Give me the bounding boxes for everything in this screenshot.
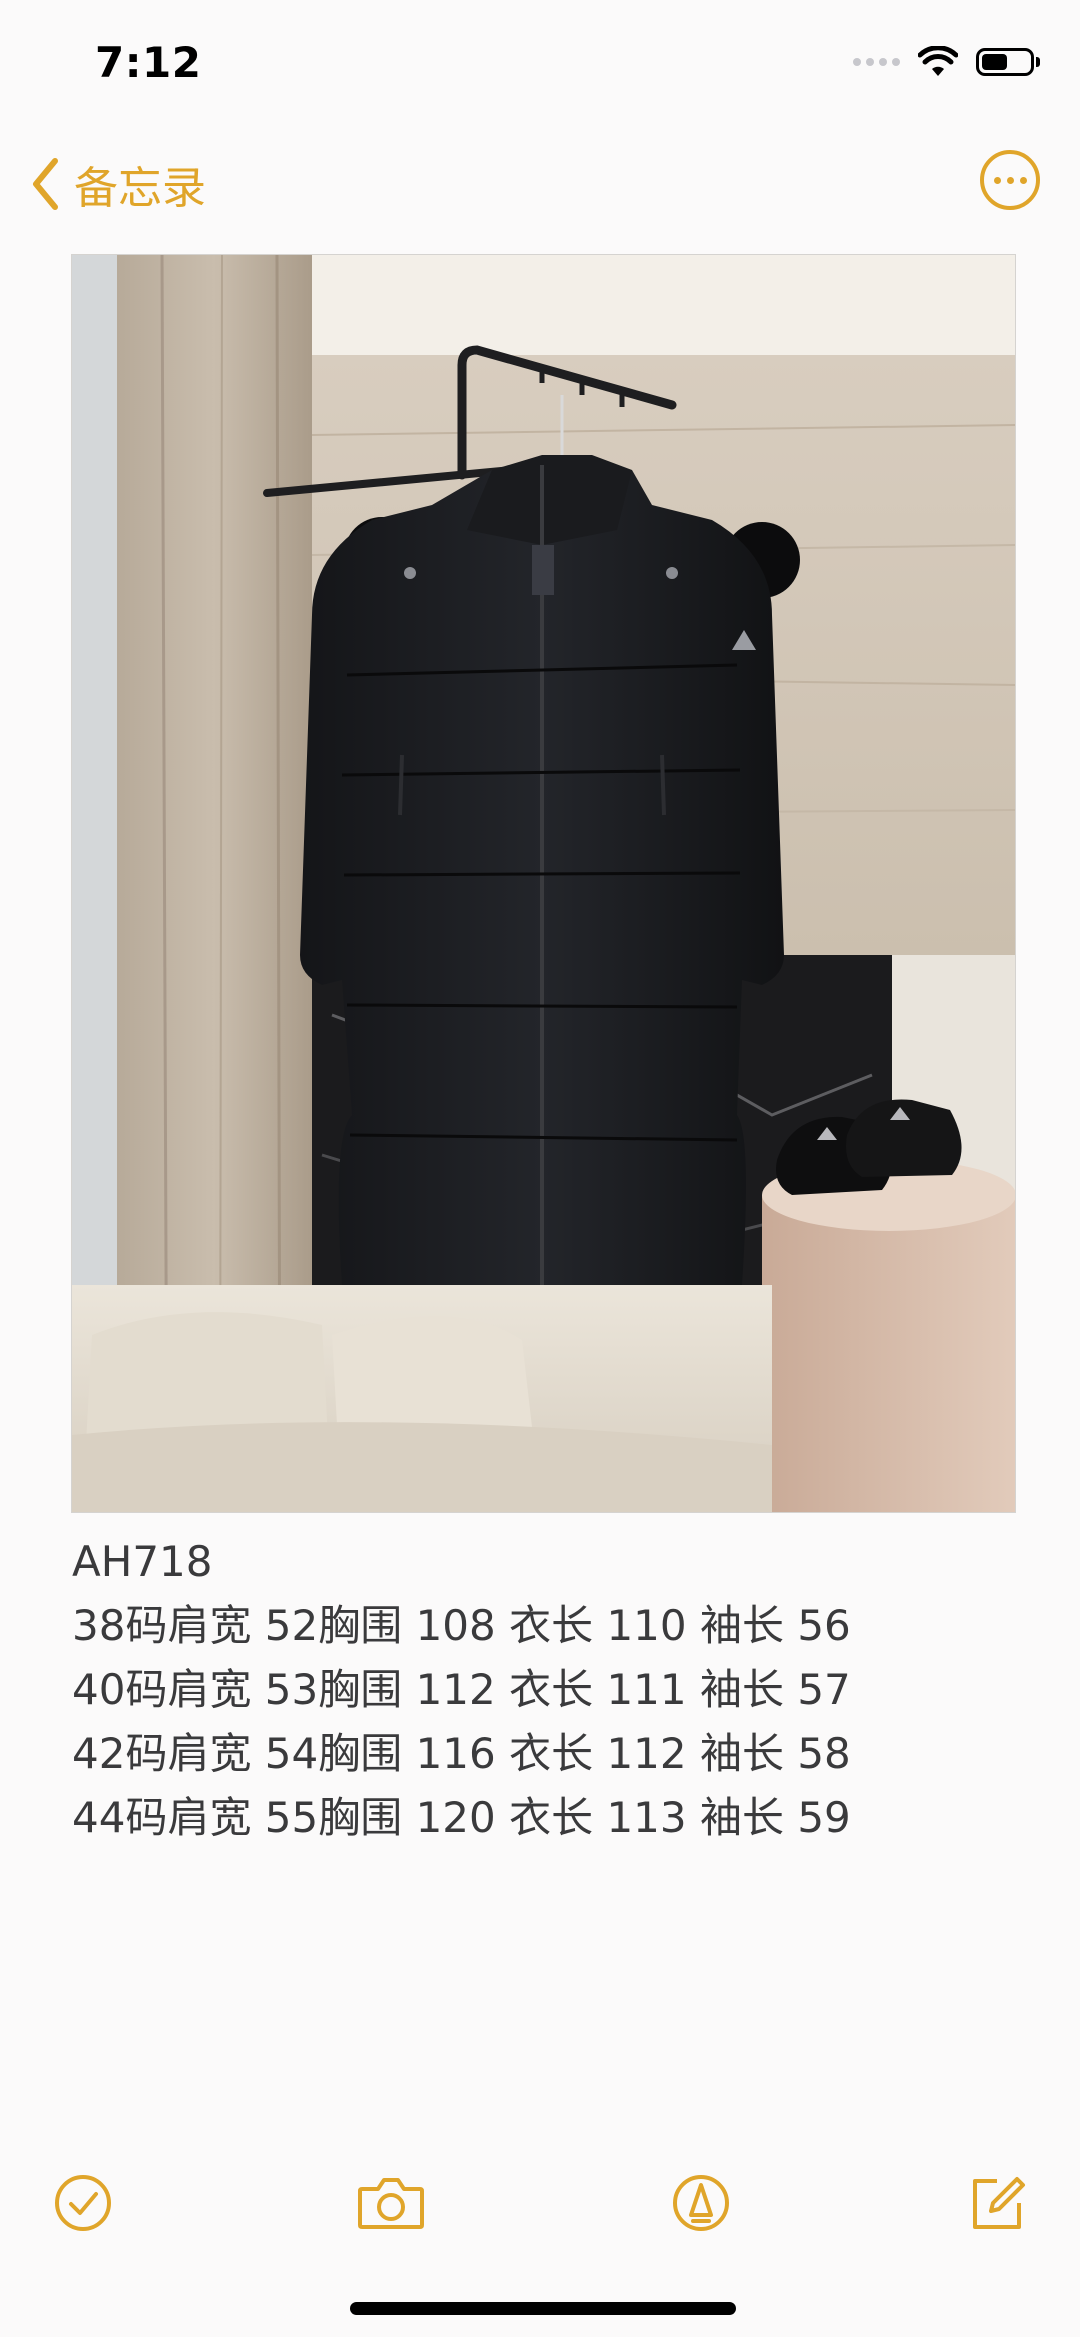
note-photo-attachment[interactable] (71, 254, 1016, 1513)
ellipsis-dot (1006, 176, 1014, 184)
status-time: 7:12 (95, 38, 202, 87)
more-options-button[interactable] (980, 150, 1040, 210)
back-button[interactable]: 备忘录 (30, 152, 206, 216)
wifi-icon (918, 46, 958, 78)
bottom-toolbar (0, 2160, 1080, 2250)
ellipsis-dot (993, 176, 1001, 184)
ellipsis-dot (1019, 176, 1027, 184)
chevron-left-icon (30, 157, 60, 211)
checklist-button[interactable] (48, 2168, 118, 2238)
black-long-down-jacket-photo (72, 255, 1015, 1512)
compose-button[interactable] (962, 2168, 1032, 2238)
checklist-icon (53, 2173, 113, 2233)
status-icons (853, 46, 1040, 78)
status-bar: 7:12 (0, 0, 1080, 130)
camera-icon (356, 2175, 426, 2231)
cellular-signal-icon (853, 58, 900, 66)
back-label: 备忘录 (74, 163, 206, 214)
note-title-line: AH718 (72, 1537, 213, 1586)
markup-pen-icon (671, 2173, 731, 2233)
nav-bar: 备忘录 (0, 140, 1080, 230)
markup-button[interactable] (666, 2168, 736, 2238)
camera-button[interactable] (356, 2168, 426, 2238)
note-body[interactable]: AH718 38码肩宽 52胸围 108 衣长 110 袖长 56 40码肩宽 … (72, 1530, 1012, 1850)
note-size-line: 40码肩宽 53胸围 112 衣长 111 袖长 57 (72, 1665, 851, 1714)
notes-screen: 7:12 备忘录 AH718 38码肩宽 52胸围 108 衣长 110 袖长 … (0, 0, 1080, 2337)
note-size-line: 38码肩宽 52胸围 108 衣长 110 袖长 56 (72, 1601, 851, 1650)
battery-icon (976, 48, 1040, 76)
compose-icon (967, 2173, 1027, 2233)
home-indicator[interactable] (350, 2302, 736, 2315)
note-size-line: 42码肩宽 54胸围 116 衣长 112 袖长 58 (72, 1729, 851, 1778)
note-size-line: 44码肩宽 55胸围 120 衣长 113 袖长 59 (72, 1793, 851, 1842)
